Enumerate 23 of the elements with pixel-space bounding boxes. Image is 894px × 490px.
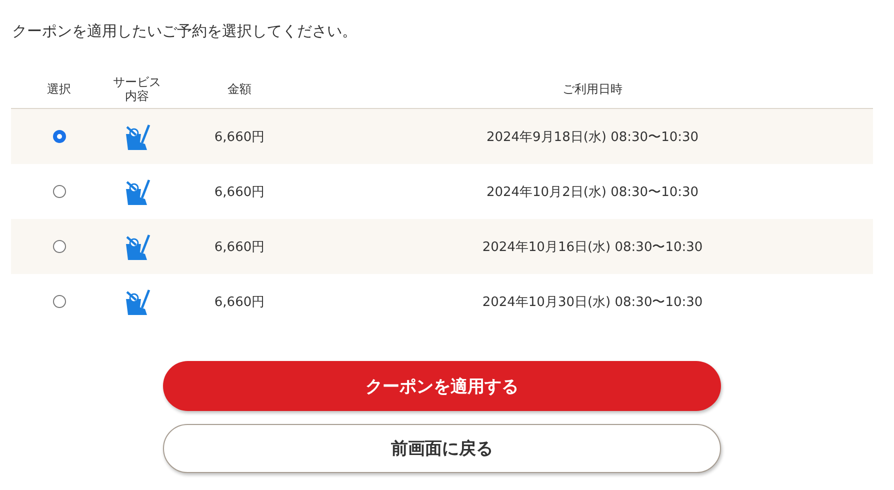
bucket-mop-icon: [123, 288, 151, 316]
apply-coupon-button[interactable]: クーポンを適用する: [163, 361, 721, 411]
bucket-mop-icon: [123, 178, 151, 206]
column-header: 選択: [47, 82, 71, 96]
radio-button[interactable]: [52, 295, 66, 308]
radio-button[interactable]: [52, 130, 66, 143]
back-button[interactable]: 前画面に戻る: [163, 424, 721, 473]
datetime-cell-text: 2024年10月16日(水) 08:30〜10:30: [482, 238, 703, 256]
instruction-text: クーポンを適用したいご予約を選択してください。: [12, 21, 358, 42]
datetime-cell-text: 2024年9月18日(水) 08:30〜10:30: [486, 128, 699, 146]
datetime-cell-text: 2024年10月2日(水) 08:30〜10:30: [486, 184, 699, 200]
radio-button[interactable]: [52, 240, 66, 253]
price-cell-text: 6,660円: [214, 128, 265, 146]
price-cell-text: 6,660円: [214, 238, 265, 256]
price-cell-text: 6,660円: [214, 184, 265, 200]
datetime-cell-text: 2024年10月30日(水) 08:30〜10:30: [482, 294, 703, 310]
column-header: サービス内容: [113, 75, 161, 103]
bucket-mop-icon: [123, 232, 151, 260]
radio-button[interactable]: [52, 185, 66, 198]
column-header: ご利用日時: [562, 82, 622, 96]
column-header: 金額: [228, 82, 252, 96]
bucket-mop-icon: [123, 122, 151, 150]
price-cell-text: 6,660円: [214, 294, 265, 310]
